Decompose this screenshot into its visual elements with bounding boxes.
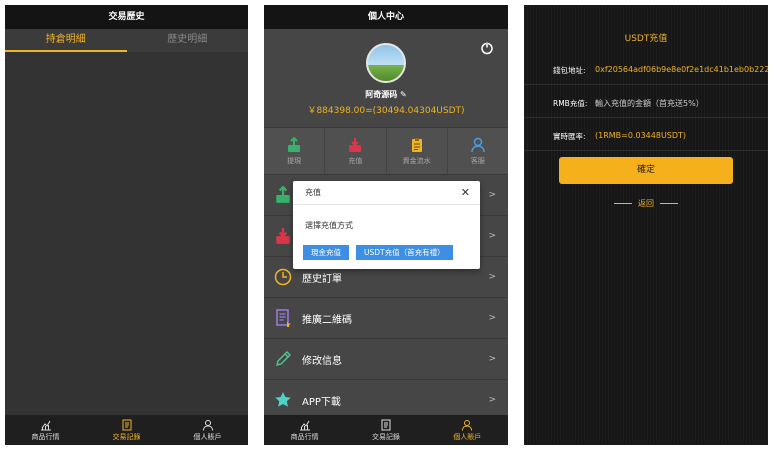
nav-account[interactable]: 個人賬戶 [427, 415, 508, 445]
tab-positions[interactable]: 持倉明細 [5, 29, 127, 52]
menu-item-label: 修改信息 [302, 355, 342, 367]
qrcode-icon [276, 309, 291, 327]
divider [660, 203, 678, 204]
modal-prompt: 選擇充值方式 [305, 221, 353, 230]
avatar[interactable] [366, 43, 406, 83]
rmb-amount-input[interactable]: 輸入充值的金額（首充送5%） [595, 98, 704, 109]
document-icon [381, 419, 391, 430]
chart-icon [299, 420, 310, 430]
personal-center-screen: 個人中心 阿奇源码 ✎ ￥884398.00=(30494.04304USDT)… [264, 5, 508, 445]
menu-item-label: 推廣二維碼 [302, 314, 352, 326]
deposit-modal: 充值 ✕ 選擇充值方式 現金充值 USDT充值（首充有禮） [293, 181, 480, 269]
quick-withdraw-label: 提現 [287, 156, 302, 165]
bottom-nav: 商品行情 交易記錄 個人賬戶 [264, 415, 508, 445]
menu-item-label: APP下載 [302, 396, 341, 408]
rmb-label: RMB充值: [553, 99, 588, 108]
menu-item-label: 歷史訂單 [302, 273, 342, 285]
withdraw-icon [288, 136, 301, 152]
nav-market[interactable]: 商品行情 [264, 415, 345, 445]
document-icon [122, 419, 131, 430]
profile-header: 阿奇源码 ✎ ￥884398.00=(30494.04304USDT) [264, 29, 508, 127]
pencil-icon [275, 350, 292, 367]
chevron-right-icon: > [488, 395, 496, 405]
power-icon[interactable] [480, 41, 494, 55]
nav-trades-label: 交易記錄 [112, 432, 141, 441]
usdt-deposit-screen: USDT充值 錢包地址: 0xf20564adf06b9e8e0f2e1dc41… [524, 5, 768, 445]
chevron-right-icon: > [488, 354, 496, 364]
tab-bar: 持倉明細 歷史明細 [5, 29, 248, 52]
support-icon [471, 137, 485, 152]
cash-deposit-button[interactable]: 現金充值 [303, 245, 349, 260]
balance: ￥884398.00=(30494.04304USDT) [307, 106, 465, 116]
nav-account[interactable]: 個人賬戶 [167, 415, 248, 445]
star-icon [275, 392, 291, 407]
quick-support[interactable]: 客服 [448, 128, 508, 174]
back-link[interactable]: 返回 [524, 198, 768, 209]
wallet-label: 錢包地址: [553, 66, 586, 75]
quick-actions: 提現 充值 資金流水 客服 [264, 127, 508, 175]
quick-ledger[interactable]: 資金流水 [387, 128, 448, 174]
modal-title: 充值 [305, 188, 321, 197]
chevron-right-icon: > [488, 231, 496, 241]
nav-account-label: 個人賬戶 [453, 432, 482, 441]
menu-item-qrcode[interactable]: 推廣二維碼 > [264, 298, 508, 339]
divider [614, 203, 632, 204]
quick-ledger-label: 資金流水 [402, 156, 431, 165]
tab-history[interactable]: 歷史明細 [127, 29, 249, 52]
nav-trades[interactable]: 交易記錄 [86, 415, 167, 445]
page-title: 交易歷史 [5, 5, 248, 29]
quick-deposit-label: 充值 [348, 156, 363, 165]
nav-trades[interactable]: 交易記錄 [345, 415, 426, 445]
rmb-row: RMB充值: 輸入充值的金額（首充送5%） [524, 85, 768, 118]
nav-market-label: 商品行情 [290, 432, 319, 441]
quick-deposit[interactable]: 充值 [325, 128, 387, 174]
trade-history-screen: 交易歷史 持倉明細 歷史明細 商品行情 交易記錄 個人賬戶 [5, 5, 248, 445]
deposit-form: 錢包地址: 0xf20564adf06b9e8e0f2e1dc41b1eb0b2… [524, 52, 768, 151]
bottom-nav: 商品行情 交易記錄 個人賬戶 [5, 415, 248, 445]
nav-market-label: 商品行情 [31, 432, 60, 441]
user-icon [462, 419, 473, 431]
user-icon [202, 419, 213, 431]
close-icon[interactable]: ✕ [461, 181, 470, 205]
clock-icon [274, 268, 292, 286]
back-label: 返回 [638, 199, 654, 208]
wallet-row: 錢包地址: 0xf20564adf06b9e8e0f2e1dc41b1eb0b2… [524, 52, 768, 85]
quick-support-label: 客服 [470, 156, 485, 165]
username-text: 阿奇源码 [365, 90, 398, 99]
quick-withdraw[interactable]: 提現 [264, 128, 326, 174]
page-title: 個人中心 [264, 5, 508, 29]
menu-item-edit-info[interactable]: 修改信息 > [264, 339, 508, 380]
page-title: USDT充值 [624, 34, 668, 44]
deposit-icon [276, 228, 290, 244]
withdraw-icon [276, 186, 290, 203]
ledger-icon [411, 137, 422, 152]
chevron-right-icon: > [488, 272, 496, 282]
confirm-button[interactable]: 確定 [559, 157, 733, 184]
deposit-icon [349, 137, 362, 152]
edit-icon[interactable]: ✎ [400, 90, 407, 99]
chevron-right-icon: > [488, 190, 496, 200]
chevron-right-icon: > [488, 313, 496, 323]
nav-market[interactable]: 商品行情 [5, 415, 86, 445]
modal-header: 充值 ✕ [293, 181, 480, 205]
wallet-address[interactable]: 0xf20564adf06b9e8e0f2e1dc41b1eb0b222 [595, 65, 768, 74]
rate-label: 實時匯率: [553, 132, 586, 141]
nav-account-label: 個人賬戶 [193, 432, 222, 441]
rate-row: 實時匯率: (1RMB=0.03448USDT) [524, 118, 768, 151]
usdt-deposit-button[interactable]: USDT充值（首充有禮） [356, 245, 453, 260]
username: 阿奇源码 ✎ [264, 89, 508, 100]
nav-trades-label: 交易記錄 [371, 432, 400, 441]
rate-value: (1RMB=0.03448USDT) [595, 131, 687, 140]
modal-buttons: 現金充值 USDT充值（首充有禮） [303, 245, 460, 260]
chart-icon [40, 420, 51, 430]
